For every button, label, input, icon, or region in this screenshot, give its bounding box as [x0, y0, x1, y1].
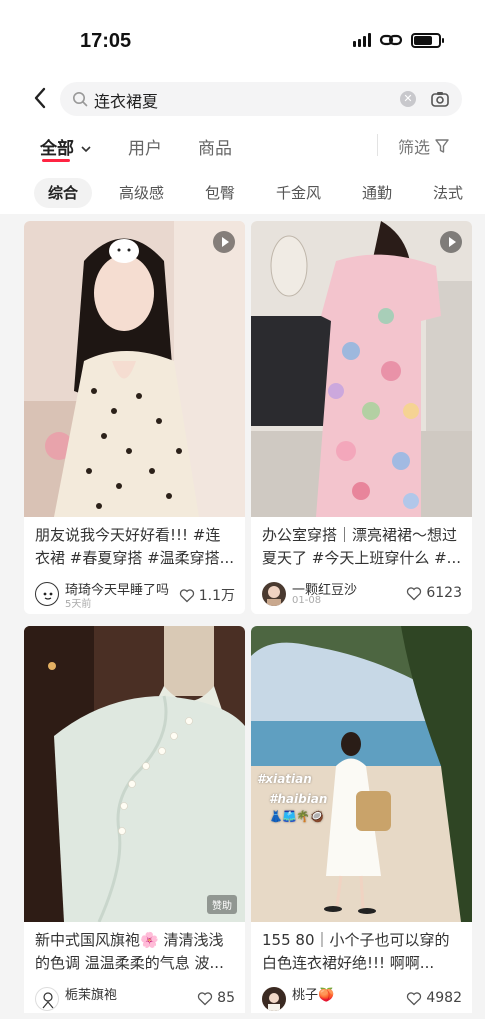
post-image[interactable] [251, 221, 472, 517]
heart-icon [179, 588, 194, 602]
post-card[interactable]: #xiatian #haibian 👗🩳🌴🥥 155 80｜小个子也可以穿的白色… [251, 626, 472, 1019]
heart-icon [407, 586, 422, 600]
chip-bodycon[interactable]: 包臀 [205, 178, 235, 208]
chip-commute[interactable]: 通勤 [362, 178, 392, 208]
post-image[interactable]: #xiatian #haibian 👗🩳🌴🥥 [251, 626, 472, 922]
clear-icon[interactable]: ✕ [400, 91, 416, 107]
post-card[interactable]: 朋友说我今天好好看!!! #连衣裙 #春夏穿搭 #温柔穿搭... 琦琦今天早睡了… [24, 221, 245, 614]
video-play-icon [440, 231, 462, 253]
signal-icon [353, 33, 371, 47]
image-emoji-row: 👗🩳🌴🥥 [269, 810, 324, 823]
author-name[interactable]: 栀茉旗袍 [65, 984, 117, 1003]
tab-all[interactable]: 全部 [40, 134, 92, 159]
post-image[interactable]: 赞助 [24, 626, 245, 922]
status-bar: 17:05 [0, 0, 485, 82]
category-chips: 综合 高级感 包臀 千金风 通勤 法式 [0, 176, 485, 210]
avatar[interactable] [262, 582, 286, 606]
heart-icon [407, 991, 422, 1005]
battery-icon [411, 32, 444, 48]
like-count: 85 [217, 990, 235, 1006]
post-title[interactable]: 155 80｜小个子也可以穿的白色连衣裙好绝!!! 啊啊... [262, 929, 462, 975]
like-count: 4982 [426, 990, 462, 1006]
post-title[interactable]: 朋友说我今天好好看!!! #连衣裙 #春夏穿搭 #温柔穿搭... [35, 524, 235, 570]
camera-icon[interactable] [430, 89, 450, 109]
heart-icon [198, 991, 213, 1005]
search-icon [73, 92, 88, 107]
post-card[interactable]: 赞助 新中式国风旗袍🌸 清清浅浅的色调 温温柔柔的气息 波... 栀茉旗袍 85 [24, 626, 245, 1019]
active-tab-indicator [42, 159, 70, 162]
status-time: 17:05 [80, 30, 132, 52]
image-hashtag: #haibian [269, 792, 328, 806]
post-meta: 桃子🍑 4982 [262, 984, 462, 1014]
like-count: 1.1万 [198, 588, 235, 604]
result-type-tabs: 全部 用户 商品 筛选 [0, 130, 485, 164]
search-query[interactable]: 连衣裙夏 [94, 88, 158, 112]
like-button[interactable]: 4982 [406, 990, 462, 1006]
filter-button[interactable]: 筛选 [398, 134, 450, 158]
tab-users[interactable]: 用户 [128, 134, 162, 159]
post-meta: 栀茉旗袍 85 [35, 984, 235, 1014]
post-title[interactable]: 新中式国风旗袍🌸 清清浅浅的色调 温温柔柔的气息 波... [35, 929, 235, 975]
avatar[interactable] [35, 987, 59, 1011]
chip-lady-style[interactable]: 千金风 [276, 178, 321, 208]
chevron-down-icon [81, 146, 91, 153]
bottom-edge [0, 1013, 485, 1019]
post-date: 5天前 [65, 599, 92, 610]
post-meta: 一颗红豆沙 01-08 6123 [262, 579, 462, 609]
like-button[interactable]: 85 [197, 990, 235, 1006]
search-row: 连衣裙夏 ✕ [0, 82, 485, 116]
post-date: 01-08 [292, 595, 322, 606]
chip-general[interactable]: 综合 [34, 178, 93, 208]
post-title[interactable]: 办公室穿搭｜漂亮裙裙～想过夏天了 #今天上班穿什么 #... [262, 524, 462, 570]
link-icon [379, 34, 403, 46]
results-feed: 朋友说我今天好好看!!! #连衣裙 #春夏穿搭 #温柔穿搭... 琦琦今天早睡了… [0, 214, 485, 1019]
avatar[interactable] [262, 987, 286, 1011]
video-play-icon [213, 231, 235, 253]
avatar[interactable] [35, 582, 59, 606]
author-name[interactable]: 桃子🍑 [292, 984, 334, 1003]
chip-premium[interactable]: 高级感 [119, 178, 164, 208]
like-button[interactable]: 1.1万 [179, 585, 235, 605]
like-count: 6123 [426, 585, 462, 601]
sponsored-badge: 赞助 [207, 895, 237, 914]
back-icon[interactable] [32, 86, 48, 110]
filter-icon [435, 139, 449, 153]
tab-divider [377, 134, 378, 156]
chip-french[interactable]: 法式 [433, 178, 463, 208]
post-image[interactable] [24, 221, 245, 517]
search-input[interactable]: 连衣裙夏 ✕ [60, 82, 462, 116]
post-card[interactable]: 办公室穿搭｜漂亮裙裙～想过夏天了 #今天上班穿什么 #... 一颗红豆沙 01-… [251, 221, 472, 614]
image-hashtag: #xiatian [257, 772, 312, 786]
like-button[interactable]: 6123 [406, 585, 462, 601]
post-meta: 琦琦今天早睡了吗 5天前 1.1万 [35, 579, 235, 610]
tab-products[interactable]: 商品 [198, 134, 232, 159]
